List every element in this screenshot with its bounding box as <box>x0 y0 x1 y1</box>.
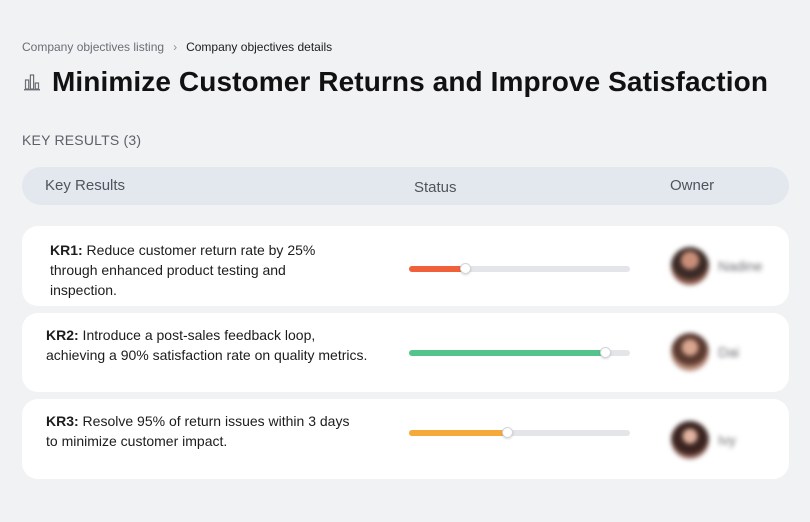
page-title: Minimize Customer Returns and Improve Sa… <box>52 66 769 97</box>
owner[interactable]: Nadine <box>671 247 762 285</box>
key-result-id: KR2: <box>46 327 79 343</box>
key-result-description: KR3: Resolve 95% of return issues within… <box>46 411 386 451</box>
owner-name: Dai <box>718 344 740 360</box>
chevron-right-icon: › <box>173 40 178 54</box>
status-progress-bar <box>409 347 630 358</box>
key-result-line: Reduce customer return rate by 25% <box>82 242 316 258</box>
key-results-table-header: Key Results Status Owner <box>22 167 789 205</box>
status-progress-knob <box>599 347 611 358</box>
status-progress-knob <box>502 427 514 438</box>
status-progress-fill <box>409 266 467 272</box>
breadcrumb: Company objectives listing › Company obj… <box>22 40 332 54</box>
key-result-id: KR3: <box>46 413 79 429</box>
key-results-section-label: KEY RESULTS (3) <box>22 132 142 148</box>
status-progress-knob <box>460 263 472 274</box>
title-row: Minimize Customer Returns and Improve Sa… <box>22 66 768 98</box>
status-progress-bar <box>409 427 630 438</box>
owner[interactable]: Ivy <box>671 421 736 459</box>
status-progress-fill <box>409 430 509 436</box>
key-result-line: to minimize customer impact. <box>46 433 228 449</box>
key-result-id: KR1: <box>50 242 83 258</box>
owner-name: Ivy <box>718 432 736 448</box>
column-header-status: Status <box>414 179 457 196</box>
key-result-row[interactable]: KR3: Resolve 95% of return issues within… <box>22 399 789 479</box>
key-result-line: achieving a 90% satisfaction rate on qua… <box>46 347 368 363</box>
key-result-description: KR1: Reduce customer return rate by 25% … <box>50 240 370 300</box>
avatar <box>671 421 709 459</box>
key-result-description: KR2: Introduce a post-sales feedback loo… <box>46 325 386 365</box>
owner-name: Nadine <box>718 258 763 274</box>
key-result-row[interactable]: KR1: Reduce customer return rate by 25% … <box>22 226 789 306</box>
status-progress-bar <box>409 263 630 274</box>
breadcrumb-objectives-listing-link[interactable]: Company objectives listing <box>22 40 164 54</box>
avatar <box>671 247 709 285</box>
column-header-key-results: Key Results <box>45 177 126 194</box>
owner[interactable]: Dai <box>671 333 739 371</box>
avatar <box>671 333 709 371</box>
key-result-row[interactable]: KR2: Introduce a post-sales feedback loo… <box>22 313 789 392</box>
status-progress-fill <box>409 350 606 356</box>
key-result-line: Resolve 95% of return issues within 3 da… <box>78 413 350 429</box>
column-header-owner: Owner <box>670 177 715 194</box>
breadcrumb-current: Company objectives details <box>186 40 333 54</box>
key-result-line: inspection. <box>50 282 117 298</box>
key-result-line: through enhanced product testing and <box>50 262 286 278</box>
building-chart-icon <box>22 72 42 92</box>
key-result-line: Introduce a post-sales feedback loop, <box>78 327 316 343</box>
